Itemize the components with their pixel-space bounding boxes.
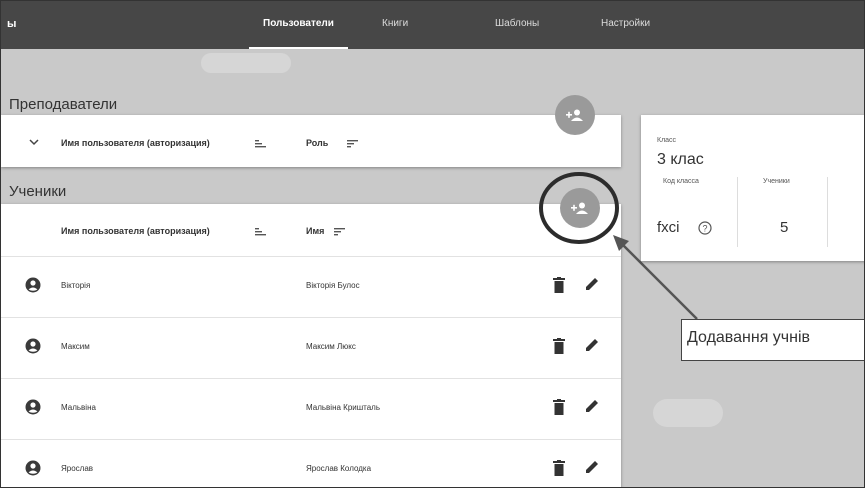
class-code-label: Код класса (663, 178, 699, 185)
class-info-card: Класс 3 клас Код класса fxci ? Ученики 5 (641, 115, 864, 261)
divider (737, 177, 738, 247)
class-code-value: fxci (657, 219, 680, 236)
callout-text: Додавання учнів (687, 329, 811, 346)
app-frame: ы Пользователи Книги Шаблоны Настройки П… (0, 0, 865, 488)
divider (827, 177, 828, 247)
svg-text:?: ? (702, 224, 707, 234)
help-icon[interactable]: ? (698, 221, 712, 235)
class-name: 3 клас (657, 151, 704, 168)
annotation-callout: Додавання учнів (681, 319, 864, 361)
class-label: Класс (657, 137, 677, 144)
students-count-value: 5 (780, 219, 789, 236)
students-count-label: Ученики (763, 178, 790, 185)
highlight-circle (539, 172, 619, 244)
